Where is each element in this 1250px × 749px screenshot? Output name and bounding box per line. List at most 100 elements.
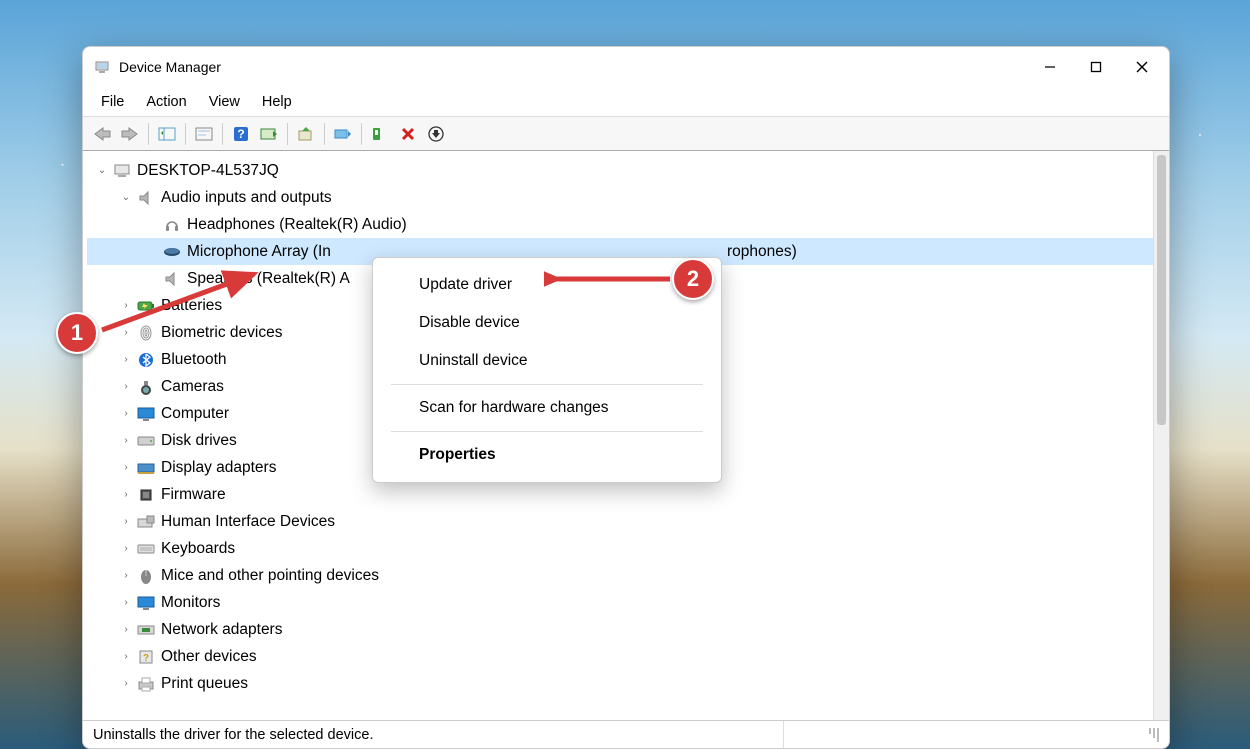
tree-root[interactable]: ⌄ DESKTOP-4L537JQ: [87, 157, 1153, 184]
chevron-down-icon[interactable]: ⌄: [117, 192, 135, 203]
tree-label: DESKTOP-4L537JQ: [137, 162, 279, 180]
tree-category-monitors[interactable]: › Monitors: [87, 589, 1153, 616]
tree-label: Network adapters: [161, 621, 282, 639]
tree-label: Display adapters: [161, 459, 276, 477]
svg-text:?: ?: [143, 653, 149, 664]
monitor-icon: [135, 594, 157, 612]
maximize-button[interactable]: [1073, 50, 1119, 84]
tree-label: Firmware: [161, 486, 226, 504]
statusbar: Uninstalls the driver for the selected d…: [83, 720, 1169, 748]
bluetooth-icon: [135, 351, 157, 369]
tree-label: Mice and other pointing devices: [161, 567, 379, 585]
chevron-right-icon[interactable]: ›: [117, 543, 135, 554]
tree-label: Human Interface Devices: [161, 513, 335, 531]
tree-category-print[interactable]: › Print queues: [87, 670, 1153, 697]
tree-label: Computer: [161, 405, 229, 423]
toolbar-properties-icon[interactable]: [191, 121, 217, 147]
tree-category-mice[interactable]: › Mice and other pointing devices: [87, 562, 1153, 589]
tree-label: Audio inputs and outputs: [161, 189, 332, 207]
printer-icon: [135, 675, 157, 693]
menu-action[interactable]: Action: [136, 90, 196, 114]
chevron-right-icon[interactable]: ›: [117, 651, 135, 662]
chevron-right-icon[interactable]: ›: [117, 435, 135, 446]
ctx-disable-device[interactable]: Disable device: [373, 304, 721, 342]
tree-label: Cameras: [161, 378, 224, 396]
chevron-right-icon[interactable]: ›: [117, 408, 135, 419]
chevron-right-icon[interactable]: ›: [117, 354, 135, 365]
scrollbar-thumb[interactable]: [1157, 155, 1166, 425]
menubar: File Action View Help: [83, 87, 1169, 117]
monitor-icon: [135, 405, 157, 423]
tree-category-hid[interactable]: › Human Interface Devices: [87, 508, 1153, 535]
chip-icon: [135, 486, 157, 504]
tree-label-suffix: rophones): [727, 243, 797, 261]
tree-category-firmware[interactable]: › Firmware: [87, 481, 1153, 508]
toolbar-show-hide-tree-icon[interactable]: [154, 121, 180, 147]
titlebar: Device Manager: [83, 47, 1169, 87]
chevron-right-icon[interactable]: ›: [117, 516, 135, 527]
computer-icon: [111, 162, 133, 180]
tree-category-keyboards[interactable]: › Keyboards: [87, 535, 1153, 562]
toolbar-forward-icon[interactable]: [117, 121, 143, 147]
network-icon: [135, 621, 157, 639]
menu-view[interactable]: View: [199, 90, 250, 114]
toolbar-delete-icon[interactable]: [395, 121, 421, 147]
tree-category-network[interactable]: › Network adapters: [87, 616, 1153, 643]
headphones-icon: [161, 216, 183, 234]
chevron-right-icon[interactable]: ›: [117, 489, 135, 500]
tree-label: Headphones (Realtek(R) Audio): [187, 216, 407, 234]
tree-label: Other devices: [161, 648, 257, 666]
toolbar-scan-icon[interactable]: [256, 121, 282, 147]
annotation-arrow-1: [96, 268, 266, 338]
ctx-scan-hardware[interactable]: Scan for hardware changes: [373, 389, 721, 427]
tree-label: Bluetooth: [161, 351, 227, 369]
toolbar-uninstall-icon[interactable]: [367, 121, 393, 147]
gpu-icon: [135, 459, 157, 477]
minimize-button[interactable]: [1027, 50, 1073, 84]
tree-label: Keyboards: [161, 540, 235, 558]
toolbar-disable-icon[interactable]: [330, 121, 356, 147]
keyboard-icon: [135, 540, 157, 558]
toolbar-down-icon[interactable]: [423, 121, 449, 147]
tree-category-other[interactable]: › ? Other devices: [87, 643, 1153, 670]
app-icon: [93, 58, 111, 76]
camera-icon: [135, 378, 157, 396]
toolbar-back-icon[interactable]: [89, 121, 115, 147]
ctx-uninstall-device[interactable]: Uninstall device: [373, 342, 721, 380]
ctx-properties[interactable]: Properties: [373, 436, 721, 474]
chevron-right-icon[interactable]: ›: [117, 624, 135, 635]
statusbar-text: Uninstalls the driver for the selected d…: [93, 727, 783, 743]
chevron-right-icon[interactable]: ›: [117, 381, 135, 392]
tree-label: Disk drives: [161, 432, 237, 450]
tree-device-headphones[interactable]: Headphones (Realtek(R) Audio): [87, 211, 1153, 238]
resize-grip[interactable]: [1123, 728, 1159, 742]
chevron-down-icon[interactable]: ⌄: [93, 165, 111, 176]
context-menu: Update driver Disable device Uninstall d…: [372, 257, 722, 483]
toolbar: ?: [83, 117, 1169, 151]
tree-label: Monitors: [161, 594, 220, 612]
toolbar-help-icon[interactable]: ?: [228, 121, 254, 147]
chevron-right-icon[interactable]: ›: [117, 462, 135, 473]
tree-label: Print queues: [161, 675, 248, 693]
chevron-right-icon[interactable]: ›: [117, 597, 135, 608]
tree-label: Microphone Array (In: [187, 243, 331, 261]
annotation-callout-2: 2: [672, 258, 714, 300]
toolbar-update-driver-icon[interactable]: [293, 121, 319, 147]
speaker-icon: [135, 189, 157, 207]
vertical-scrollbar[interactable]: [1153, 151, 1169, 720]
annotation-callout-1: 1: [56, 312, 98, 354]
unknown-device-icon: ?: [135, 648, 157, 666]
menu-help[interactable]: Help: [252, 90, 302, 114]
menu-file[interactable]: File: [91, 90, 134, 114]
microphone-icon: [161, 243, 183, 261]
annotation-arrow-2: [544, 270, 674, 288]
hid-icon: [135, 513, 157, 531]
close-button[interactable]: [1119, 50, 1165, 84]
chevron-right-icon[interactable]: ›: [117, 678, 135, 689]
svg-text:?: ?: [237, 127, 244, 141]
window-title: Device Manager: [119, 59, 221, 75]
disk-icon: [135, 432, 157, 450]
tree-category-audio[interactable]: ⌄ Audio inputs and outputs: [87, 184, 1153, 211]
chevron-right-icon[interactable]: ›: [117, 570, 135, 581]
mouse-icon: [135, 567, 157, 585]
